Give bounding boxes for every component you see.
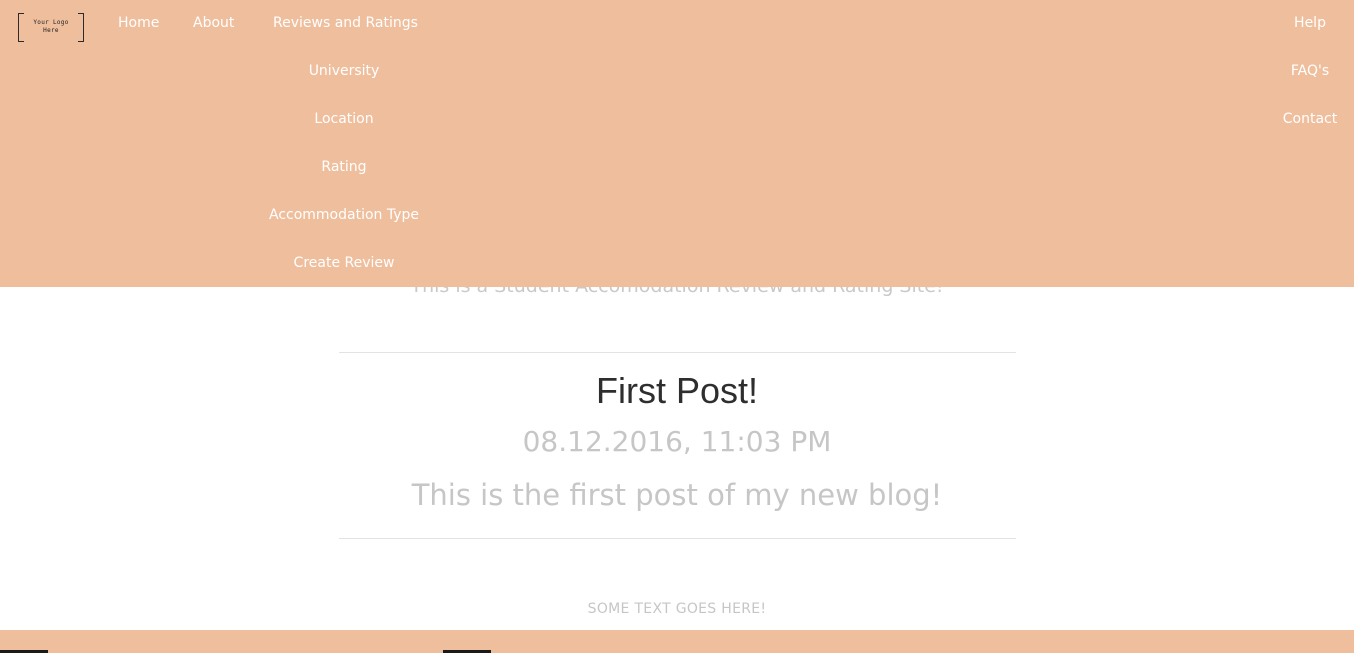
post-date: 08.12.2016, 11:03 PM <box>522 425 832 458</box>
nav-dropdown-create-review[interactable]: Create Review <box>294 254 395 272</box>
logo-bracket-right <box>78 13 84 42</box>
nav-dropdown-contact[interactable]: Contact <box>1283 110 1337 128</box>
nav-dropdown-rating[interactable]: Rating <box>321 158 366 176</box>
nav-dropdown-accommodation-type[interactable]: Accommodation Type <box>269 206 419 224</box>
nav-home[interactable]: Home <box>118 14 159 32</box>
nav-dropdown-location[interactable]: Location <box>314 110 373 128</box>
post-divider-bottom <box>339 538 1016 539</box>
post-title[interactable]: First Post! <box>0 370 1354 412</box>
footer-text: SOME TEXT GOES HERE! <box>587 601 767 617</box>
logo-text: Your Logo Here <box>24 19 78 35</box>
nav-dropdown-university[interactable]: University <box>309 62 380 80</box>
page: This is a Student Accomodation Review an… <box>0 0 1354 653</box>
nav-reviews-and-ratings[interactable]: Reviews and Ratings <box>273 14 418 32</box>
nav-about[interactable]: About <box>193 14 234 32</box>
post-divider-top <box>339 352 1016 353</box>
nav-help[interactable]: Help <box>1294 14 1326 32</box>
logo-line-2: Here <box>43 27 59 34</box>
nav-dropdown-faqs[interactable]: FAQ's <box>1291 62 1329 80</box>
navbar: Your Logo Here Home About Reviews and Ra… <box>0 0 1354 287</box>
post-body: This is the first post of my new blog! <box>411 478 943 512</box>
logo-line-1: Your Logo <box>33 19 69 26</box>
logo[interactable]: Your Logo Here <box>18 13 84 42</box>
